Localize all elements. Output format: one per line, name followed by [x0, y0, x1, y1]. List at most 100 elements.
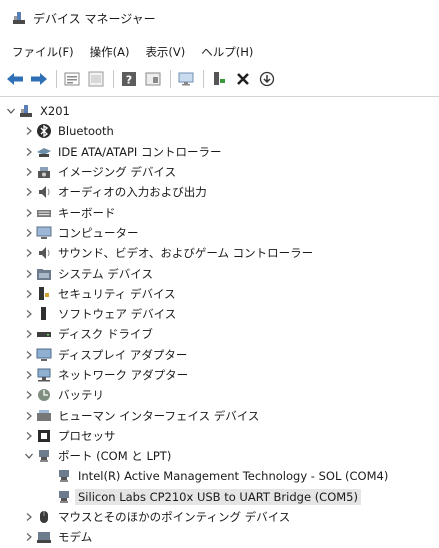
disk-drive-icon — [36, 326, 52, 342]
chevron-right-icon[interactable] — [24, 126, 34, 136]
tree-item-label: コンピューター — [58, 225, 139, 240]
tree-item-computer[interactable]: コンピューター — [0, 223, 439, 243]
tree-item-sound-video[interactable]: サウンド、ビデオ、およびゲーム コントローラー — [0, 243, 439, 263]
tree-item-imaging[interactable]: イメージング デバイス — [0, 162, 439, 182]
help-button[interactable]: ? — [118, 68, 140, 90]
chevron-down-icon[interactable] — [24, 451, 34, 461]
tree-item-label: ヒューマン インターフェイス デバイス — [58, 408, 260, 423]
tree-item-label: キーボード — [58, 205, 116, 220]
tree-item-label: Bluetooth — [58, 124, 114, 139]
properties-icon — [64, 72, 80, 86]
tree-item-system[interactable]: システム デバイス — [0, 263, 439, 283]
scan-hardware-button[interactable] — [256, 68, 278, 90]
device-view-button[interactable] — [142, 68, 164, 90]
tree-item-label: イメージング デバイス — [58, 165, 177, 180]
chevron-right-icon[interactable] — [24, 532, 34, 542]
software-device-icon — [36, 306, 52, 322]
monitor-icon — [178, 72, 194, 86]
chevron-down-icon[interactable] — [6, 106, 16, 116]
tree-item-ports[interactable]: ポート (COM と LPT) — [0, 446, 439, 466]
chevron-right-icon[interactable] — [24, 350, 34, 360]
scan-monitor-button[interactable] — [175, 68, 197, 90]
list-view-icon — [88, 71, 104, 87]
help-icon: ? — [122, 72, 136, 87]
tree-item-battery[interactable]: バッテリ — [0, 385, 439, 405]
chevron-right-icon[interactable] — [24, 228, 34, 238]
tree-item-silicon-labs-com5[interactable]: Silicon Labs CP210x USB to UART Bridge (… — [0, 487, 439, 507]
tree-item-software[interactable]: ソフトウェア デバイス — [0, 304, 439, 324]
chevron-right-icon[interactable] — [24, 309, 34, 319]
tree-item-keyboard[interactable]: キーボード — [0, 202, 439, 222]
tree-item-disk[interactable]: ディスク ドライブ — [0, 324, 439, 344]
tree-item-label: Intel(R) Active Management Technology - … — [78, 469, 389, 484]
tree-item-label: セキュリティ デバイス — [58, 286, 176, 301]
chevron-right-icon[interactable] — [24, 512, 34, 522]
ide-controller-icon — [36, 144, 52, 160]
chevron-right-icon[interactable] — [24, 431, 34, 441]
tree-item-label: プロセッサ — [58, 428, 116, 443]
chevron-right-icon[interactable] — [24, 248, 34, 258]
tree-item-label: IDE ATA/ATAPI コントローラー — [58, 144, 222, 159]
update-driver-icon — [214, 72, 225, 85]
processor-icon — [36, 428, 52, 444]
menu-file[interactable]: ファイル(F) — [10, 42, 76, 62]
device-tree-panel: X201 Bluetooth IDE ATA/ATAPI コントローラー イメー… — [0, 96, 439, 544]
tree-item-audio-io[interactable]: オーディオの入力および出力 — [0, 182, 439, 202]
list-view-button[interactable] — [85, 68, 107, 90]
chevron-right-icon[interactable] — [24, 269, 34, 279]
menu-bar: ファイル(F) 操作(A) 表示(V) ヘルプ(H) — [0, 40, 439, 64]
tree-item-bluetooth[interactable]: Bluetooth — [0, 121, 439, 141]
toolbar-separator — [56, 70, 57, 88]
tree-item-label: モデム — [58, 530, 93, 545]
chevron-right-icon[interactable] — [24, 167, 34, 177]
chevron-right-icon[interactable] — [24, 187, 34, 197]
chevron-right-icon[interactable] — [24, 411, 34, 421]
tree-item-mouse[interactable]: マウスとそのほかのポインティング デバイス — [0, 507, 439, 527]
tree-item-label: サウンド、ビデオ、およびゲーム コントローラー — [58, 246, 314, 261]
tree-item-security[interactable]: セキュリティ デバイス — [0, 284, 439, 304]
tree-item-display[interactable]: ディスプレイ アダプター — [0, 345, 439, 365]
back-button[interactable] — [4, 68, 26, 90]
chevron-right-icon[interactable] — [24, 208, 34, 218]
tree-item-label: ソフトウェア デバイス — [58, 307, 177, 322]
chevron-right-icon[interactable] — [24, 370, 34, 380]
bluetooth-icon — [36, 123, 52, 139]
menu-view[interactable]: 表示(V) — [143, 42, 187, 62]
toolbar-separator — [113, 70, 114, 88]
chevron-right-icon[interactable] — [24, 390, 34, 400]
update-driver-button[interactable] — [208, 68, 230, 90]
tree-item-network[interactable]: ネットワーク アダプター — [0, 365, 439, 385]
tree-item-modem[interactable]: モデム — [0, 527, 439, 547]
modem-icon — [36, 529, 52, 545]
menu-action[interactable]: 操作(A) — [88, 42, 132, 62]
computer-root-icon — [18, 103, 34, 119]
tree-item-label: ポート (COM と LPT) — [58, 449, 172, 464]
tree-item-ide[interactable]: IDE ATA/ATAPI コントローラー — [0, 142, 439, 162]
forward-button[interactable] — [28, 68, 50, 90]
properties-button[interactable] — [61, 68, 83, 90]
tree-item-processor[interactable]: プロセッサ — [0, 426, 439, 446]
keyboard-icon — [36, 205, 52, 221]
chevron-right-icon[interactable] — [24, 289, 34, 299]
uninstall-x-icon — [237, 73, 249, 85]
tree-item-label: ネットワーク アダプター — [58, 368, 189, 382]
tree-item-intel-amt-com4[interactable]: Intel(R) Active Management Technology - … — [0, 466, 439, 486]
tree-item-label: ディスプレイ アダプター — [58, 347, 188, 362]
mouse-icon — [36, 509, 52, 525]
device-manager-app-icon — [13, 12, 25, 24]
tree-root-x201[interactable]: X201 — [0, 101, 439, 121]
uninstall-button[interactable] — [232, 68, 254, 90]
device-view-icon — [145, 72, 161, 86]
computer-icon — [36, 225, 52, 241]
security-key-icon — [36, 286, 52, 302]
battery-icon — [36, 387, 52, 403]
menu-help[interactable]: ヘルプ(H) — [199, 42, 255, 62]
network-adapter-icon — [36, 367, 52, 383]
tree-item-label: ディスク ドライブ — [58, 327, 153, 342]
tree-item-hid[interactable]: ヒューマン インターフェイス デバイス — [0, 405, 439, 425]
title-bar: デバイス マネージャー — [0, 0, 439, 36]
chevron-right-icon[interactable] — [24, 329, 34, 339]
display-adapter-icon — [36, 347, 52, 363]
chevron-right-icon[interactable] — [24, 147, 34, 157]
port-icon — [36, 448, 52, 464]
